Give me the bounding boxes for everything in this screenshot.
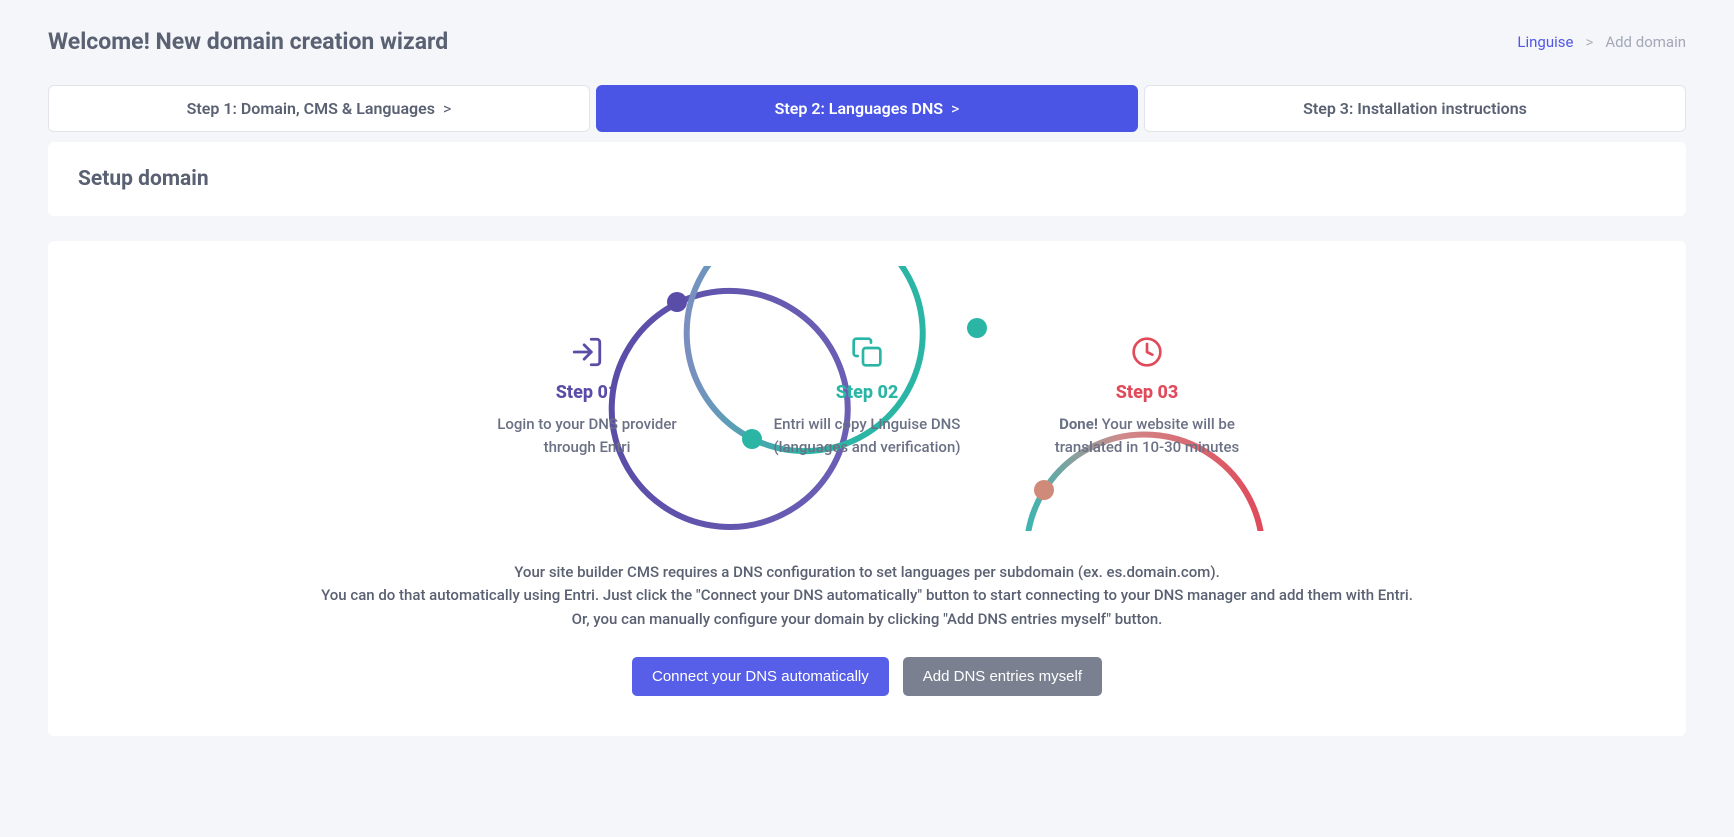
setup-domain-card-header: Setup domain bbox=[48, 142, 1686, 216]
card-heading: Setup domain bbox=[78, 167, 1656, 191]
stepper-tab-step1[interactable]: Step 1: Domain, CMS & Languages > bbox=[48, 85, 590, 132]
add-dns-manual-button[interactable]: Add DNS entries myself bbox=[903, 657, 1102, 696]
step1-desc: Login to your DNS provider through Entri bbox=[477, 413, 697, 458]
setup-domain-card-body: Step 01 Login to your DNS provider throu… bbox=[48, 241, 1686, 736]
step2-desc: Entri will copy Linguise DNS (languages … bbox=[757, 413, 977, 458]
login-icon bbox=[570, 334, 604, 370]
description-text: Your site builder CMS requires a DNS con… bbox=[78, 561, 1656, 631]
step1-title: Step 01 bbox=[556, 382, 618, 403]
step-circle-3: Step 03 Done! Your website will be trans… bbox=[1007, 266, 1287, 526]
step3-title: Step 03 bbox=[1116, 382, 1178, 403]
description-line-1: Your site builder CMS requires a DNS con… bbox=[78, 561, 1656, 584]
step-circle-2: Step 02 Entri will copy Linguise DNS (la… bbox=[727, 266, 1007, 526]
chevron-right-icon: > bbox=[1585, 33, 1593, 51]
page-title: Welcome! New domain creation wizard bbox=[48, 28, 448, 55]
step2-title: Step 02 bbox=[836, 382, 898, 403]
copy-icon bbox=[851, 334, 883, 370]
chevron-right-icon: > bbox=[951, 99, 959, 118]
breadcrumb-current: Add domain bbox=[1605, 33, 1686, 51]
step3-desc-bold: Done! bbox=[1059, 415, 1098, 433]
stepper-tab-step2[interactable]: Step 2: Languages DNS > bbox=[596, 85, 1138, 132]
chevron-right-icon: > bbox=[443, 99, 451, 118]
wizard-stepper: Step 1: Domain, CMS & Languages > Step 2:… bbox=[48, 85, 1686, 132]
steps-graphic: Step 01 Login to your DNS provider throu… bbox=[78, 266, 1656, 531]
stepper-tab-label: Step 2: Languages DNS bbox=[775, 99, 943, 118]
clock-icon bbox=[1131, 334, 1163, 370]
breadcrumb: Linguise > Add domain bbox=[1517, 33, 1686, 51]
breadcrumb-link-linguise[interactable]: Linguise bbox=[1517, 33, 1573, 51]
connect-dns-auto-button[interactable]: Connect your DNS automatically bbox=[632, 657, 889, 696]
description-line-2: You can do that automatically using Entr… bbox=[78, 584, 1656, 607]
stepper-tab-label: Step 1: Domain, CMS & Languages bbox=[187, 99, 435, 118]
step-circle-1: Step 01 Login to your DNS provider throu… bbox=[447, 266, 727, 526]
step3-desc: Done! Your website will be translated in… bbox=[1037, 413, 1257, 458]
action-button-row: Connect your DNS automatically Add DNS e… bbox=[78, 657, 1656, 696]
description-line-3: Or, you can manually configure your doma… bbox=[78, 608, 1656, 631]
stepper-tab-label: Step 3: Installation instructions bbox=[1303, 99, 1527, 118]
stepper-tab-step3[interactable]: Step 3: Installation instructions bbox=[1144, 85, 1686, 132]
